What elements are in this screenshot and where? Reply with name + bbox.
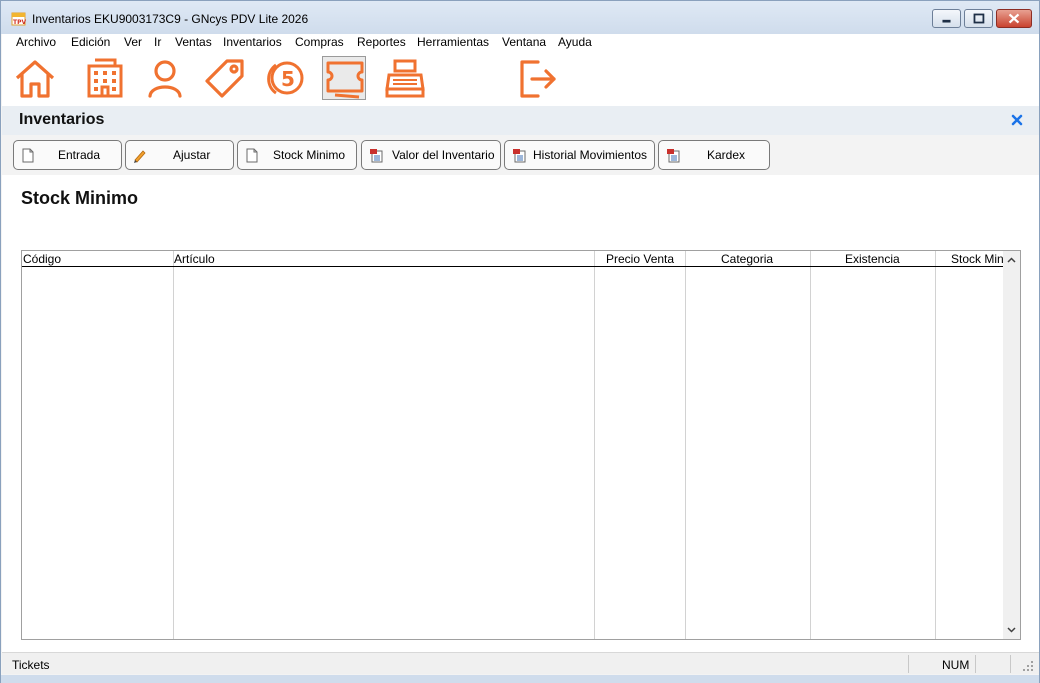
coin-icon: 5 [267, 61, 304, 95]
historial-movimientos-button[interactable]: Historial Movimientos [504, 140, 655, 170]
menu-bar: Archivo Edición Ver Ir Ventas Inventario… [2, 34, 1039, 51]
module-title: Inventarios [19, 111, 105, 128]
window-close-button[interactable] [996, 9, 1032, 28]
content-area: Stock Minimo Código Artículo Precio Vent… [2, 175, 1039, 652]
menu-archivo[interactable]: Archivo [16, 35, 56, 49]
user-icon [148, 60, 182, 98]
column-header-categoria[interactable]: Categoria [721, 252, 773, 266]
restore-icon [973, 13, 985, 24]
status-divider [975, 655, 976, 673]
report-icon [667, 149, 680, 163]
document-icon [22, 148, 34, 163]
menu-herramientas[interactable]: Herramientas [417, 35, 489, 49]
stock-minimo-label: Stock Minimo [273, 148, 346, 162]
status-text: Tickets [12, 658, 50, 672]
exit-icon [520, 60, 556, 98]
column-header-stock-min[interactable]: Stock Min [951, 252, 1004, 266]
scroll-up-icon[interactable] [1006, 255, 1017, 266]
column-header-articulo[interactable]: Artículo [174, 252, 215, 266]
ticket-icon [326, 61, 364, 99]
status-bar: Tickets NUM [2, 652, 1039, 674]
tpv-app-icon: TPV [11, 12, 26, 26]
table-header: Código Artículo Precio Venta Categoria E… [22, 251, 1004, 267]
inventory-button[interactable] [322, 56, 366, 100]
customers-button[interactable] [143, 56, 187, 100]
svg-text:TPV: TPV [13, 19, 26, 26]
menu-ventas[interactable]: Ventas [175, 35, 212, 49]
action-toolbar: Entrada Ajustar Stock Minimo Valor del I… [2, 135, 1039, 175]
column-header-precio-venta[interactable]: Precio Venta [606, 252, 674, 266]
entrada-button[interactable]: Entrada [13, 140, 122, 170]
window-title: Inventarios EKU9003173C9 - GNcys PDV Lit… [32, 12, 309, 26]
svg-text:5: 5 [281, 67, 295, 91]
tag-icon [205, 59, 244, 98]
home-button[interactable] [13, 56, 57, 100]
close-x-icon [1008, 13, 1020, 24]
stock-minimo-button[interactable]: Stock Minimo [237, 140, 357, 170]
column-divider [935, 251, 936, 639]
scroll-down-icon[interactable] [1006, 624, 1017, 635]
vertical-scrollbar[interactable] [1003, 251, 1020, 639]
column-divider [173, 251, 174, 639]
column-header-existencia[interactable]: Existencia [845, 252, 900, 266]
status-divider [908, 655, 909, 673]
document-icon [246, 148, 258, 163]
pos-button[interactable] [383, 56, 427, 100]
app-window: TPV Inventarios EKU9003173C9 - GNcys PDV… [0, 0, 1040, 683]
menu-ir[interactable]: Ir [154, 35, 161, 49]
stock-table[interactable]: Código Artículo Precio Venta Categoria E… [21, 250, 1021, 640]
pencil-icon [134, 150, 146, 163]
resize-grip-icon[interactable] [1022, 660, 1034, 672]
ajustar-label: Ajustar [173, 148, 211, 162]
maximize-button[interactable] [964, 9, 993, 28]
entrada-label: Entrada [58, 148, 101, 162]
ajustar-button[interactable]: Ajustar [125, 140, 234, 170]
cash-button[interactable]: 5 [263, 56, 307, 100]
menu-inventarios[interactable]: Inventarios [223, 35, 282, 49]
section-title: Stock Minimo [21, 188, 139, 208]
historial-movimientos-label: Historial Movimientos [533, 148, 648, 162]
menu-ver[interactable]: Ver [124, 35, 142, 49]
building-icon [87, 58, 123, 98]
menu-reportes[interactable]: Reportes [357, 35, 406, 49]
valor-inventario-label: Valor del Inventario [392, 148, 495, 162]
menu-ventana[interactable]: Ventana [502, 35, 546, 49]
company-button[interactable] [83, 56, 127, 100]
valor-inventario-button[interactable]: Valor del Inventario [361, 140, 501, 170]
close-icon[interactable] [1009, 112, 1025, 128]
minimize-button[interactable] [932, 9, 961, 28]
column-divider [810, 251, 811, 639]
module-header: Inventarios [2, 106, 1039, 135]
column-divider [594, 251, 595, 639]
title-bar: TPV Inventarios EKU9003173C9 - GNcys PDV… [1, 1, 1039, 34]
kardex-button[interactable]: Kardex [658, 140, 770, 170]
products-button[interactable] [203, 56, 247, 100]
main-toolbar: 5 [2, 51, 1039, 106]
report-icon [370, 149, 383, 163]
column-divider [685, 251, 686, 639]
cash-register-icon [385, 59, 425, 98]
report-icon [513, 149, 526, 163]
kardex-label: Kardex [707, 148, 746, 162]
menu-ayuda[interactable]: Ayuda [558, 35, 592, 49]
window-bottom-border [1, 675, 1039, 683]
column-header-codigo[interactable]: Código [23, 252, 61, 266]
exit-button[interactable] [514, 56, 558, 100]
menu-compras[interactable]: Compras [295, 35, 344, 49]
minimize-icon [942, 19, 951, 23]
menu-edicion[interactable]: Edición [71, 35, 110, 49]
num-lock-indicator: NUM [942, 658, 970, 672]
status-divider [1010, 655, 1011, 673]
home-icon [15, 60, 55, 98]
